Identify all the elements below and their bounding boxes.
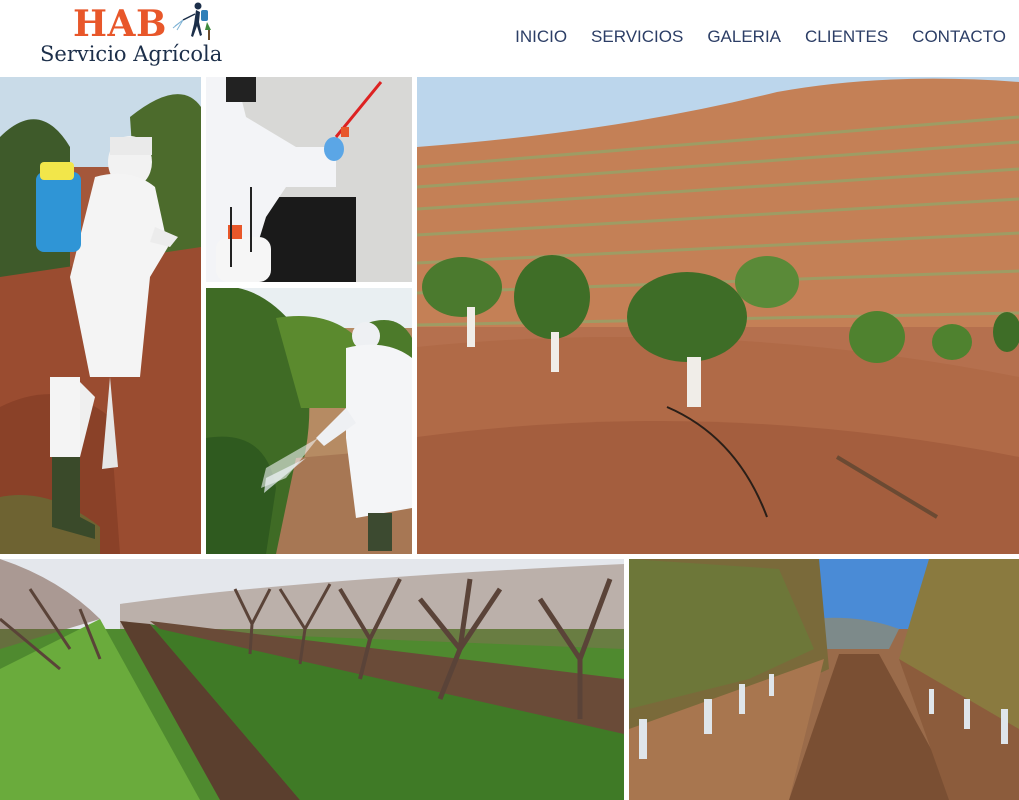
gallery-photo-hand-sprayer[interactable] [206,77,412,282]
gallery-photo-backpack-sprayer[interactable] [0,77,201,554]
backpack-sprayer-image [0,77,201,554]
hand-sprayer-image [206,77,412,282]
nav-link-galeria[interactable]: GALERIA [695,24,793,50]
gallery-photo-terraced-plantation[interactable] [417,77,1019,554]
logo-brand-name: HAB [73,3,167,45]
site-logo[interactable]: HAB Servicio Agrícola [40,0,222,72]
gallery-photo-citrus-spraying[interactable] [206,288,412,554]
nav-link-contacto[interactable]: CONTACTO [900,24,1006,50]
nav-link-servicios[interactable]: SERVICIOS [579,24,695,50]
main-nav: INICIO SERVICIOS GALERIA CLIENTES CONTAC… [503,24,1006,50]
terraced-plantation-image [417,77,1019,554]
gallery-photo-winter-orchard[interactable] [0,559,624,800]
citrus-spraying-image [206,288,412,554]
sprayer-figure-icon [172,2,211,40]
site-header: HAB Servicio Agrícola INICIO SERVICIOS G… [0,0,1019,77]
winter-orchard-image [0,559,624,800]
nav-link-inicio[interactable]: INICIO [503,24,579,50]
gallery-photo-young-tree-rows[interactable] [629,559,1019,800]
nav-link-clientes[interactable]: CLIENTES [793,24,900,50]
young-tree-rows-image [629,559,1019,800]
